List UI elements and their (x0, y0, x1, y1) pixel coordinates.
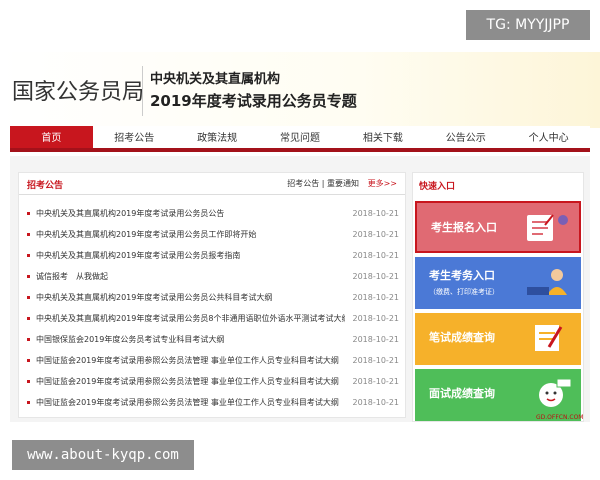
bullet-icon (27, 275, 30, 278)
header-subtitle: 中央机关及其直属机构 (150, 72, 281, 87)
bullet-icon (27, 317, 30, 320)
more-link[interactable]: 更多>> (368, 179, 397, 188)
list-item-date: 2018-10-21 (352, 398, 400, 407)
announcement-list: 中央机关及其直属机构2019年度考试录用公务员公告 2018-10-21 中央机关… (27, 203, 399, 413)
url-badge: www.about-kyqp.com (12, 440, 194, 470)
nav-item-home[interactable]: 首页 (10, 126, 93, 148)
site-header: 国家公务员局 中央机关及其直属机构 2019年度考试录用公务员专题 (0, 52, 600, 128)
panel-links: 招考公告 | 重要通知 更多>> (287, 178, 397, 189)
list-item[interactable]: 中国证监会2019年度考试录用参照公务员法管理 事业单位工作人员专业科目考试大纲… (27, 350, 399, 371)
nav-item-recruitment[interactable]: 招考公告 (93, 126, 176, 148)
list-item-date: 2018-10-21 (352, 356, 400, 365)
list-item-title[interactable]: 中央机关及其直属机构2019年度考试录用公务员报考指南 (36, 250, 345, 261)
bullet-icon (27, 380, 30, 383)
list-item[interactable]: 诚信报考 从我做起 2018-10-21 (27, 266, 399, 287)
written-score-query-label: 笔试成绩查询 (429, 331, 495, 344)
list-item-title[interactable]: 中国银保监会2019年度公务员考试专业科目考试大纲 (36, 334, 345, 345)
bullet-icon (27, 254, 30, 257)
list-item-date: 2018-10-21 (352, 251, 400, 260)
header-title: 2019年度考试录用公务员专题 (150, 92, 357, 110)
list-item-date: 2018-10-21 (352, 293, 400, 302)
list-item-date: 2018-10-21 (352, 209, 400, 218)
registration-entry-label: 考生报名入口 (431, 221, 497, 234)
interviewer-icon (539, 378, 572, 407)
list-item[interactable]: 中央机关及其直属机构2019年度考试录用公务员工作即将开始 2018-10-21 (27, 224, 399, 245)
quick-entry-title: 快速入口 (419, 182, 456, 192)
list-item[interactable]: 中国证监会2019年度考试录用参照公务员法管理 事业单位工作人员专业科目考试大纲… (27, 392, 399, 413)
list-item[interactable]: 中央机关及其直属机构2019年度考试录用公务员报考指南 2018-10-21 (27, 245, 399, 266)
list-item-date: 2018-10-21 (352, 314, 400, 323)
nav-item-notices[interactable]: 公告公示 (424, 126, 507, 148)
bullet-icon (27, 338, 30, 341)
list-item-date: 2018-10-21 (352, 230, 400, 239)
quick-entry-panel: 快速入口 考生报名入口 考生考务入口 （缴费、打印准考证） 笔试成绩查询 面试成… (412, 172, 584, 422)
header-divider (142, 66, 143, 116)
list-item-date: 2018-10-21 (352, 377, 400, 386)
interview-score-query-label: 面试成绩查询 (429, 387, 495, 400)
panel-header: 招考公告 招考公告 | 重要通知 更多>> (19, 173, 405, 195)
bullet-icon (27, 401, 30, 404)
list-item-title[interactable]: 中央机关及其直属机构2019年度考试录用公务员8个非通用语职位外语水平测试考试大… (36, 313, 345, 324)
nav-item-faq[interactable]: 常见问题 (259, 126, 342, 148)
list-item[interactable]: 中央机关及其直属机构2019年度考试录用公务员8个非通用语职位外语水平测试考试大… (27, 308, 399, 329)
bullet-icon (27, 233, 30, 236)
list-item[interactable]: 中央机关及其直属机构2019年度考试录用公务员公共科目考试大纲 2018-10-2… (27, 287, 399, 308)
panel-title: 招考公告 (27, 181, 64, 191)
announcements-panel: 招考公告 招考公告 | 重要通知 更多>> 中央机关及其直属机构2019年度考试… (18, 172, 406, 418)
list-item[interactable]: 中央机关及其直属机构2019年度考试录用公务员公告 2018-10-21 (27, 203, 399, 224)
site-name[interactable]: 国家公务员局 (12, 74, 144, 106)
list-item-date: 2018-10-21 (352, 335, 400, 344)
pencil-paper-icon (535, 325, 563, 351)
nav-item-downloads[interactable]: 相关下载 (341, 126, 424, 148)
list-item-title[interactable]: 中国证监会2019年度考试录用参照公务员法管理 事业单位工作人员专业科目考试大纲 (36, 376, 345, 387)
list-item[interactable]: 中国银保监会2019年度公务员考试专业科目考试大纲 2018-10-21 (27, 329, 399, 350)
bullet-icon (27, 296, 30, 299)
list-item-date: 2018-10-21 (352, 272, 400, 281)
exam-affairs-entry-button[interactable]: 考生考务入口 （缴费、打印准考证） (415, 257, 581, 309)
nav-item-policies[interactable]: 政策法规 (176, 126, 259, 148)
registration-entry-button[interactable]: 考生报名入口 (415, 201, 581, 253)
list-item-title[interactable]: 中央机关及其直属机构2019年度考试录用公务员公共科目考试大纲 (36, 292, 345, 303)
list-item-title[interactable]: 诚信报考 从我做起 (36, 271, 345, 282)
source-watermark: GD.OFFCN.COM (536, 414, 584, 421)
list-item-title[interactable]: 中央机关及其直属机构2019年度考试录用公务员工作即将开始 (36, 229, 345, 240)
nav-item-personal[interactable]: 个人中心 (507, 126, 590, 148)
tg-badge: TG: MYYJJPP (466, 10, 590, 40)
exam-affairs-entry-sublabel: （缴费、打印准考证） (429, 288, 499, 296)
panel-tab-links[interactable]: 招考公告 | 重要通知 (287, 179, 359, 188)
list-item[interactable]: 中国证监会2019年度考试录用参照公务员法管理 事业单位工作人员专业科目考试大纲… (27, 371, 399, 392)
list-item-title[interactable]: 中央机关及其直属机构2019年度考试录用公务员公告 (36, 208, 345, 219)
exam-affairs-entry-label: 考生考务入口 (429, 269, 495, 282)
bullet-icon (27, 359, 30, 362)
form-writing-icon (527, 214, 568, 241)
list-item-title[interactable]: 中国证监会2019年度考试录用参照公务员法管理 事业单位工作人员专业科目考试大纲 (36, 397, 345, 408)
person-desk-icon (527, 269, 567, 295)
main-nav: 首页 招考公告 政策法规 常见问题 相关下载 公告公示 个人中心 (10, 126, 590, 152)
list-item-title[interactable]: 中国证监会2019年度考试录用参照公务员法管理 事业单位工作人员专业科目考试大纲 (36, 355, 345, 366)
bullet-icon (27, 212, 30, 215)
written-score-query-button[interactable]: 笔试成绩查询 (415, 313, 581, 365)
